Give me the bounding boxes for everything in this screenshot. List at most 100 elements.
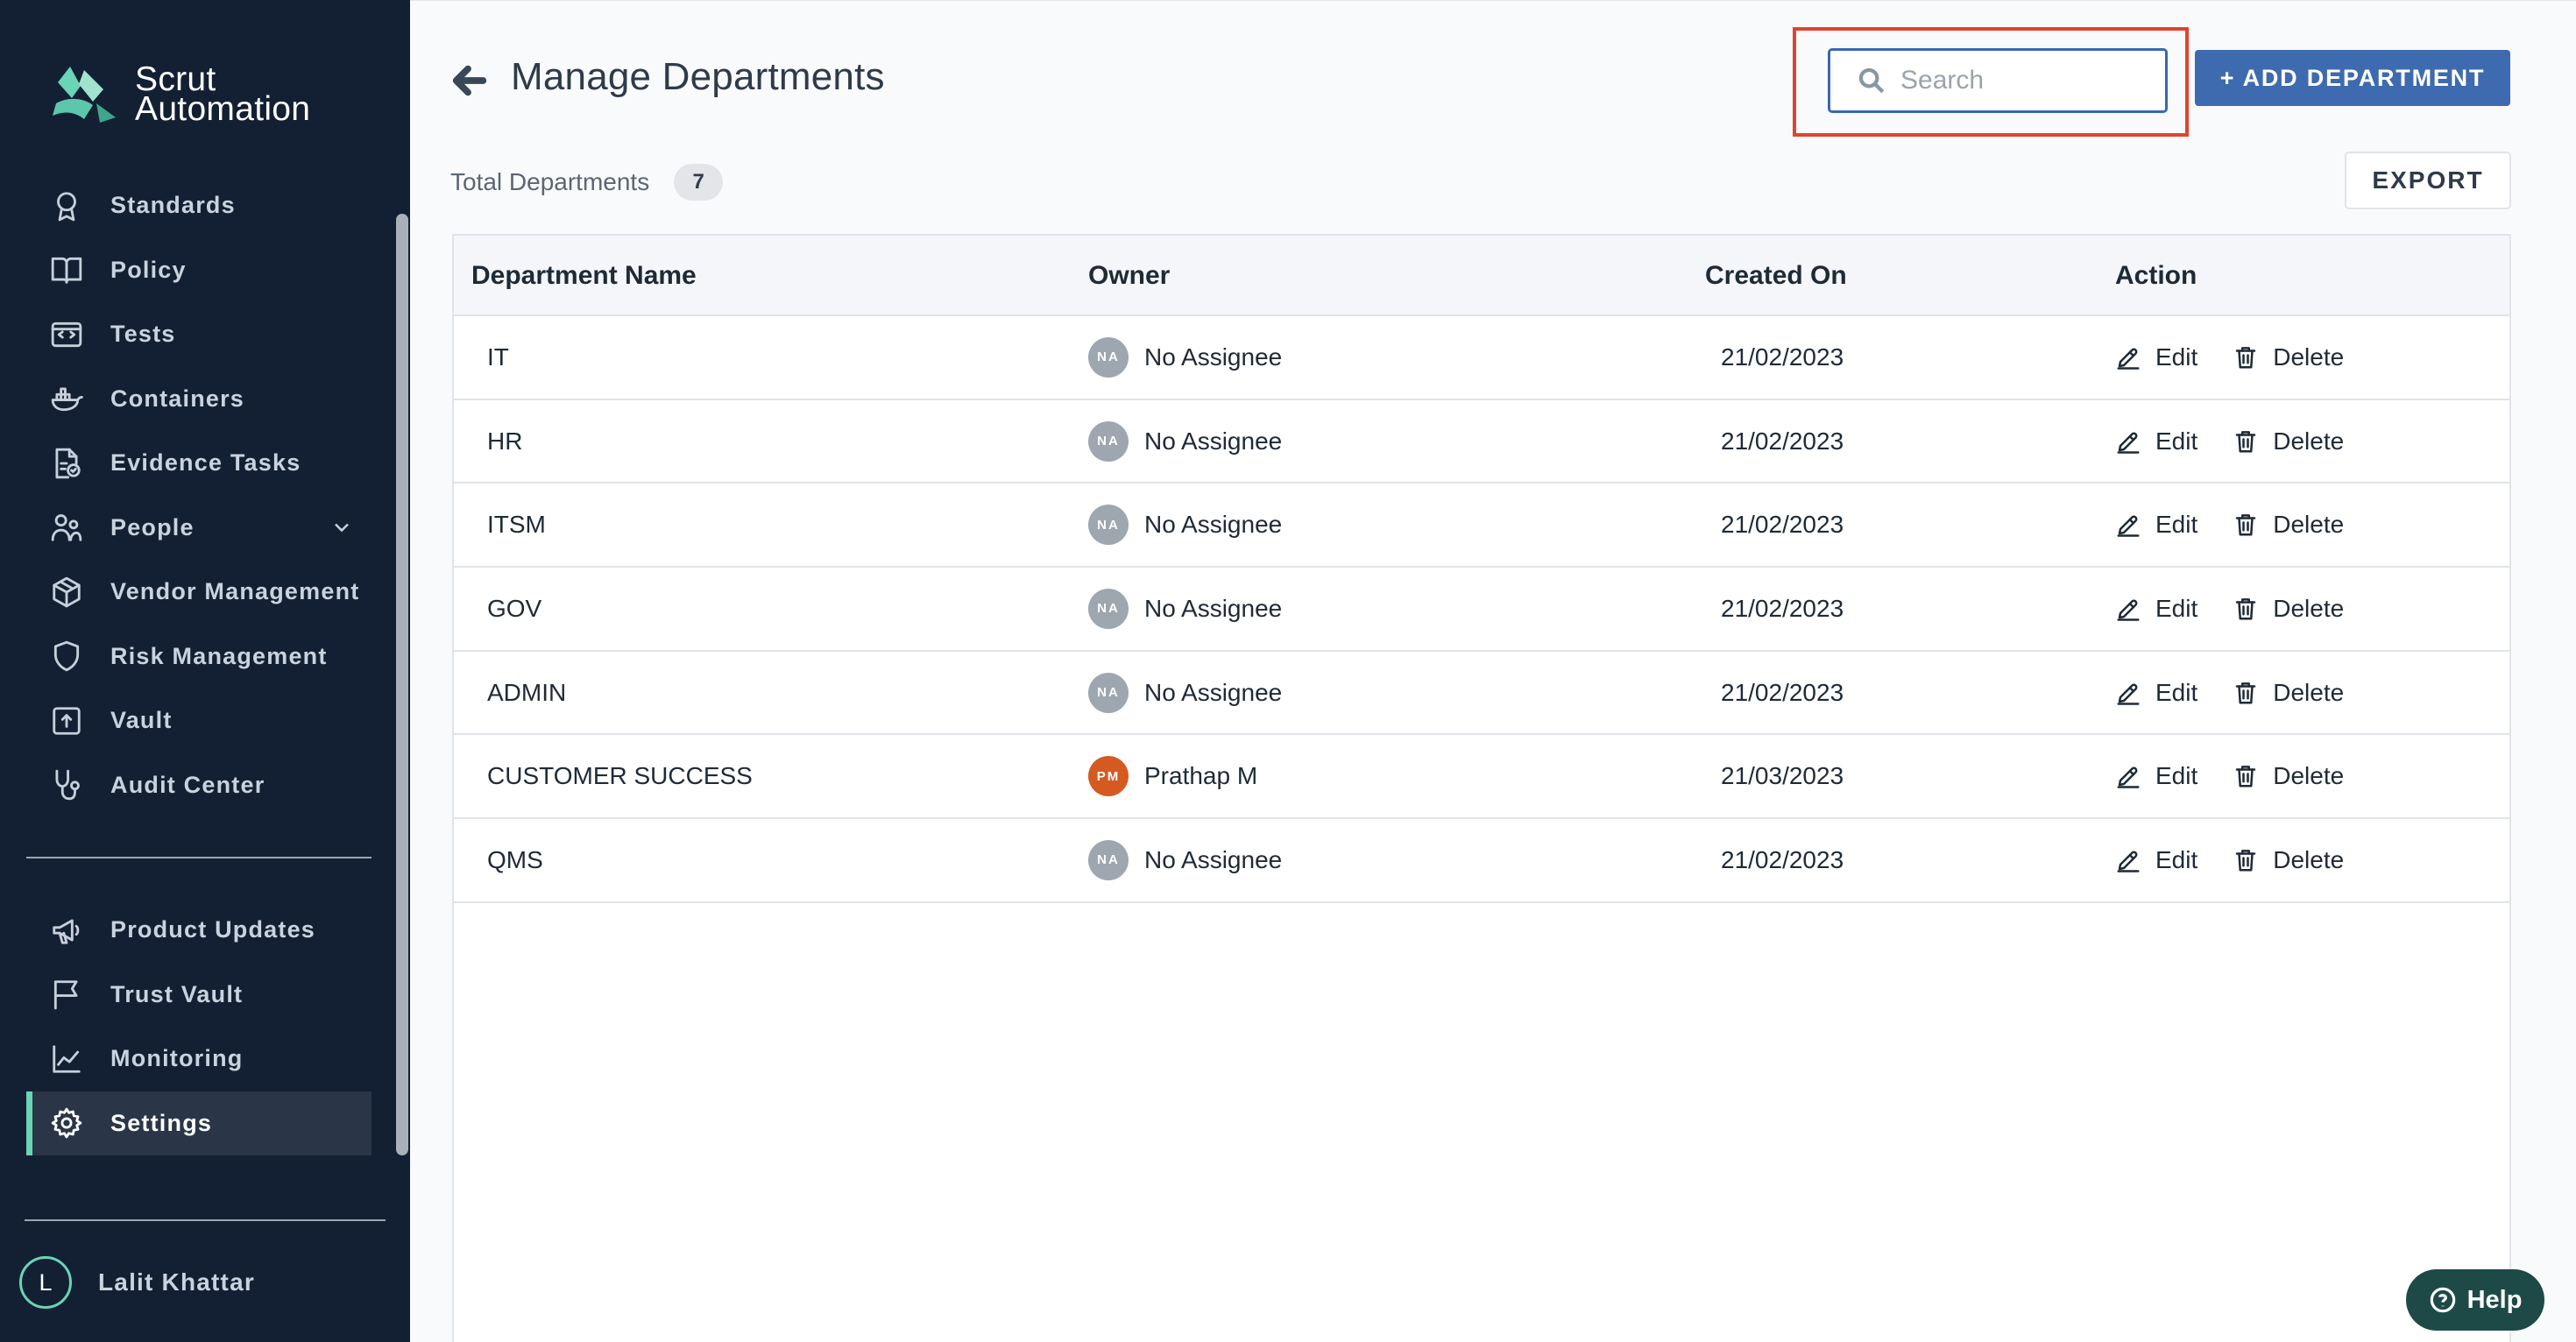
column-header-action: Action — [2115, 261, 2197, 290]
department-name: QMS — [487, 845, 543, 873]
department-name: HR — [487, 427, 523, 455]
table-row: HR NA No Assignee 21/02/2023 Edit Delete — [454, 400, 2509, 484]
chart-icon — [49, 1042, 84, 1077]
delete-label: Delete — [2273, 511, 2345, 539]
sidebar-item-vault[interactable]: Vault — [26, 689, 372, 753]
help-icon — [2430, 1287, 2455, 1313]
brand-name: Scrut Automation — [135, 62, 310, 126]
avatar: NA — [1088, 839, 1129, 880]
export-button[interactable]: EXPORT — [2345, 152, 2511, 209]
trash-icon — [2236, 598, 2256, 620]
delete-button[interactable]: Delete — [2233, 595, 2344, 623]
sidebar-item-vendor-management[interactable]: Vendor Management — [26, 560, 372, 625]
trash-icon — [2236, 682, 2256, 704]
sidebar-item-label: Risk Management — [110, 642, 328, 669]
help-button[interactable]: Help — [2406, 1269, 2544, 1331]
actions-cell: Edit Delete — [2115, 568, 2344, 650]
owner-cell: NA No Assignee — [1088, 652, 1282, 734]
actions-cell: Edit Delete — [2115, 316, 2344, 399]
delete-button[interactable]: Delete — [2233, 511, 2344, 539]
sidebar-item-audit-center[interactable]: Audit Center — [26, 753, 372, 818]
edit-label: Edit — [2155, 594, 2198, 622]
back-button[interactable] — [449, 60, 490, 101]
delete-button[interactable]: Delete — [2233, 343, 2344, 371]
sidebar-item-label: Trust Vault — [110, 980, 244, 1007]
created-on: 21/02/2023 — [1721, 678, 1844, 706]
table-row: CUSTOMER SUCCESS PM Prathap M 21/03/2023… — [454, 735, 2509, 820]
trash-icon — [2236, 430, 2256, 453]
sidebar-item-risk-management[interactable]: Risk Management — [26, 625, 372, 689]
user-name: Lalit Khattar — [98, 1268, 255, 1296]
trash-icon — [2236, 766, 2256, 788]
sidebar-item-product-updates[interactable]: Product Updates — [26, 898, 372, 963]
column-header-created-on[interactable]: Created On — [1705, 236, 1847, 316]
actions-cell: Edit Delete — [2115, 819, 2344, 901]
sidebar-item-standards[interactable]: Standards — [26, 173, 372, 238]
edit-label: Edit — [2155, 427, 2198, 455]
award-icon — [49, 188, 84, 223]
edit-label: Edit — [2155, 511, 2198, 539]
edit-button[interactable]: Edit — [2115, 427, 2197, 456]
megaphone-icon — [49, 913, 84, 948]
owner-cell: NA No Assignee — [1088, 484, 1282, 566]
sidebar-item-policy[interactable]: Policy — [26, 238, 372, 303]
evidence-icon — [49, 446, 84, 481]
edit-button[interactable]: Edit — [2115, 343, 2197, 371]
edit-button[interactable]: Edit — [2115, 846, 2197, 874]
delete-button[interactable]: Delete — [2233, 427, 2344, 456]
edit-button[interactable]: Edit — [2115, 511, 2197, 539]
help-label: Help — [2466, 1285, 2523, 1314]
delete-label: Delete — [2273, 678, 2345, 706]
sidebar-scrollbar[interactable] — [396, 214, 408, 1155]
created-on: 21/02/2023 — [1721, 594, 1844, 622]
avatar: NA — [1088, 505, 1129, 546]
cube-icon — [49, 575, 84, 610]
gear-icon — [49, 1105, 84, 1141]
owner-name: No Assignee — [1144, 343, 1283, 371]
delete-label: Delete — [2273, 762, 2345, 790]
department-name: GOV — [487, 594, 542, 622]
sidebar-item-monitoring[interactable]: Monitoring — [26, 1027, 372, 1091]
table-body: IT NA No Assignee 21/02/2023 Edit Delete… — [454, 316, 2509, 903]
search-input[interactable] — [1900, 66, 2146, 95]
chevron-down-icon[interactable] — [329, 515, 354, 540]
sidebar-item-people[interactable]: People — [26, 496, 372, 561]
sidebar-item-evidence-tasks[interactable]: Evidence Tasks — [26, 431, 372, 496]
avatar: NA — [1088, 588, 1129, 629]
user-profile[interactable]: L Lalit Khattar — [19, 1256, 255, 1309]
stethoscope-icon — [49, 767, 84, 802]
delete-button[interactable]: Delete — [2233, 762, 2344, 790]
edit-button[interactable]: Edit — [2115, 762, 2197, 790]
avatar: NA — [1088, 420, 1129, 462]
search-icon — [1858, 67, 1885, 94]
flag-icon — [49, 977, 84, 1012]
trash-icon — [2236, 850, 2256, 872]
sidebar-divider-bottom — [25, 1219, 386, 1221]
table-row: ITSM NA No Assignee 21/02/2023 Edit Dele… — [454, 484, 2509, 569]
search-box[interactable] — [1828, 48, 2168, 113]
owner-cell: NA No Assignee — [1088, 568, 1282, 650]
scrut-logo[interactable]: Scrut Automation — [49, 62, 310, 126]
edit-button[interactable]: Edit — [2115, 679, 2197, 707]
department-name: ITSM — [487, 511, 546, 539]
sidebar-item-settings[interactable]: Settings — [26, 1091, 372, 1155]
actions-cell: Edit Delete — [2115, 652, 2344, 734]
actions-cell: Edit Delete — [2115, 400, 2344, 483]
total-departments-count: 7 — [674, 164, 724, 201]
sidebar-item-label: Containers — [110, 385, 245, 412]
people-icon — [49, 510, 84, 545]
edit-button[interactable]: Edit — [2115, 595, 2197, 623]
sidebar-item-tests[interactable]: Tests — [26, 302, 372, 367]
column-header-department-name[interactable]: Department Name — [471, 236, 697, 316]
edit-label: Edit — [2155, 343, 2198, 371]
sidebar-item-label: Policy — [110, 256, 187, 283]
column-header-owner[interactable]: Owner — [1088, 236, 1170, 316]
delete-button[interactable]: Delete — [2233, 679, 2344, 707]
add-department-button[interactable]: + ADD DEPARTMENT — [2195, 50, 2510, 106]
delete-button[interactable]: Delete — [2233, 846, 2344, 874]
edit-label: Edit — [2155, 845, 2198, 873]
pencil-icon — [2117, 683, 2140, 705]
sidebar-item-trust-vault[interactable]: Trust Vault — [26, 963, 372, 1028]
trash-icon — [2236, 346, 2256, 369]
sidebar-item-containers[interactable]: Containers — [26, 367, 372, 432]
